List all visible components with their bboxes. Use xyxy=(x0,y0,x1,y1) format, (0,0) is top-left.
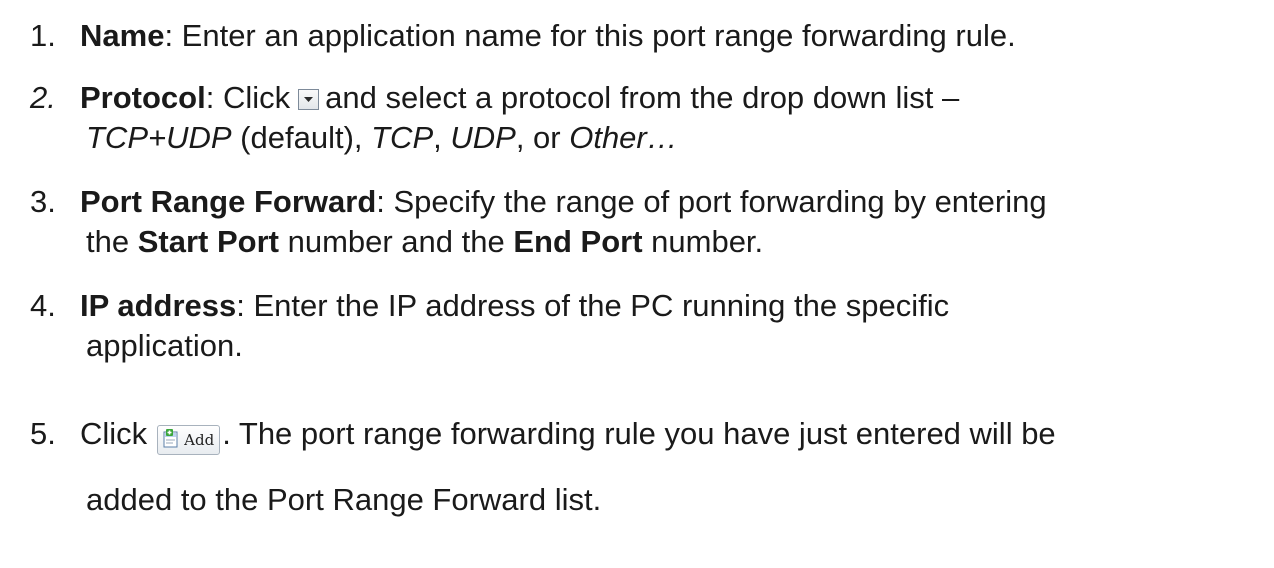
add-document-icon xyxy=(162,429,180,457)
list-item-ip-address-cont: application. xyxy=(30,326,1260,366)
step-number: 3. xyxy=(30,184,56,219)
term-start-port: Start Port xyxy=(137,224,279,259)
step-number: 5. xyxy=(30,416,56,451)
step-number: 1. xyxy=(30,18,56,53)
dropdown-arrow-icon xyxy=(298,89,320,110)
step-text: and select a protocol from the drop down… xyxy=(325,80,960,115)
option-other: Other… xyxy=(569,120,678,155)
list-item-click-add: 5. Click Add . The port range forwarding ru… xyxy=(30,414,1260,455)
list-item-port-range-cont: the Start Port number and the End Port n… xyxy=(30,222,1260,262)
step-text: (default), xyxy=(231,120,372,155)
step-text: , or xyxy=(515,120,570,155)
step-text: : Enter the IP address of the PC running… xyxy=(236,288,950,323)
step-text: application. xyxy=(86,328,243,363)
term-name: Name xyxy=(80,18,165,53)
add-button-label: Add xyxy=(184,431,215,449)
step-text: , xyxy=(433,120,451,155)
term-ip-address: IP address xyxy=(80,288,237,323)
step-number: 2. xyxy=(30,80,56,115)
list-item-protocol: 2. Protocol: Click and select a protocol f… xyxy=(30,78,1260,118)
option-udp: UDP xyxy=(450,120,516,155)
list-item-port-range: 3. Port Range Forward: Specify the range … xyxy=(30,182,1260,222)
step-text: the xyxy=(86,224,138,259)
step-text: . The port range forwarding rule you hav… xyxy=(222,416,1056,451)
list-item-protocol-options: TCP+UDP (default), TCP, UDP, or Other… xyxy=(30,118,1260,158)
step-text: added to the Port Range Forward list. xyxy=(86,482,602,517)
step-number: 4. xyxy=(30,288,56,323)
term-protocol: Protocol xyxy=(80,80,206,115)
option-tcp: TCP xyxy=(371,120,434,155)
step-text: : Enter an application name for this por… xyxy=(164,18,1016,53)
list-item-name: 1. Name: Enter an application name for th… xyxy=(30,16,1260,56)
step-text: : Specify the range of port forwarding b… xyxy=(376,184,1047,219)
term-port-range-forward: Port Range Forward xyxy=(80,184,377,219)
list-item-ip-address: 4. IP address: Enter the IP address of th… xyxy=(30,286,1260,326)
step-text: number. xyxy=(642,224,764,259)
list-item-click-add-cont: added to the Port Range Forward list. xyxy=(30,480,1260,520)
option-tcp-udp: TCP+UDP xyxy=(86,120,232,155)
step-text: number and the xyxy=(278,224,514,259)
step-text: : Click xyxy=(205,80,291,115)
term-end-port: End Port xyxy=(513,224,643,259)
step-text: Click xyxy=(80,416,148,451)
add-button[interactable]: Add xyxy=(157,425,221,457)
